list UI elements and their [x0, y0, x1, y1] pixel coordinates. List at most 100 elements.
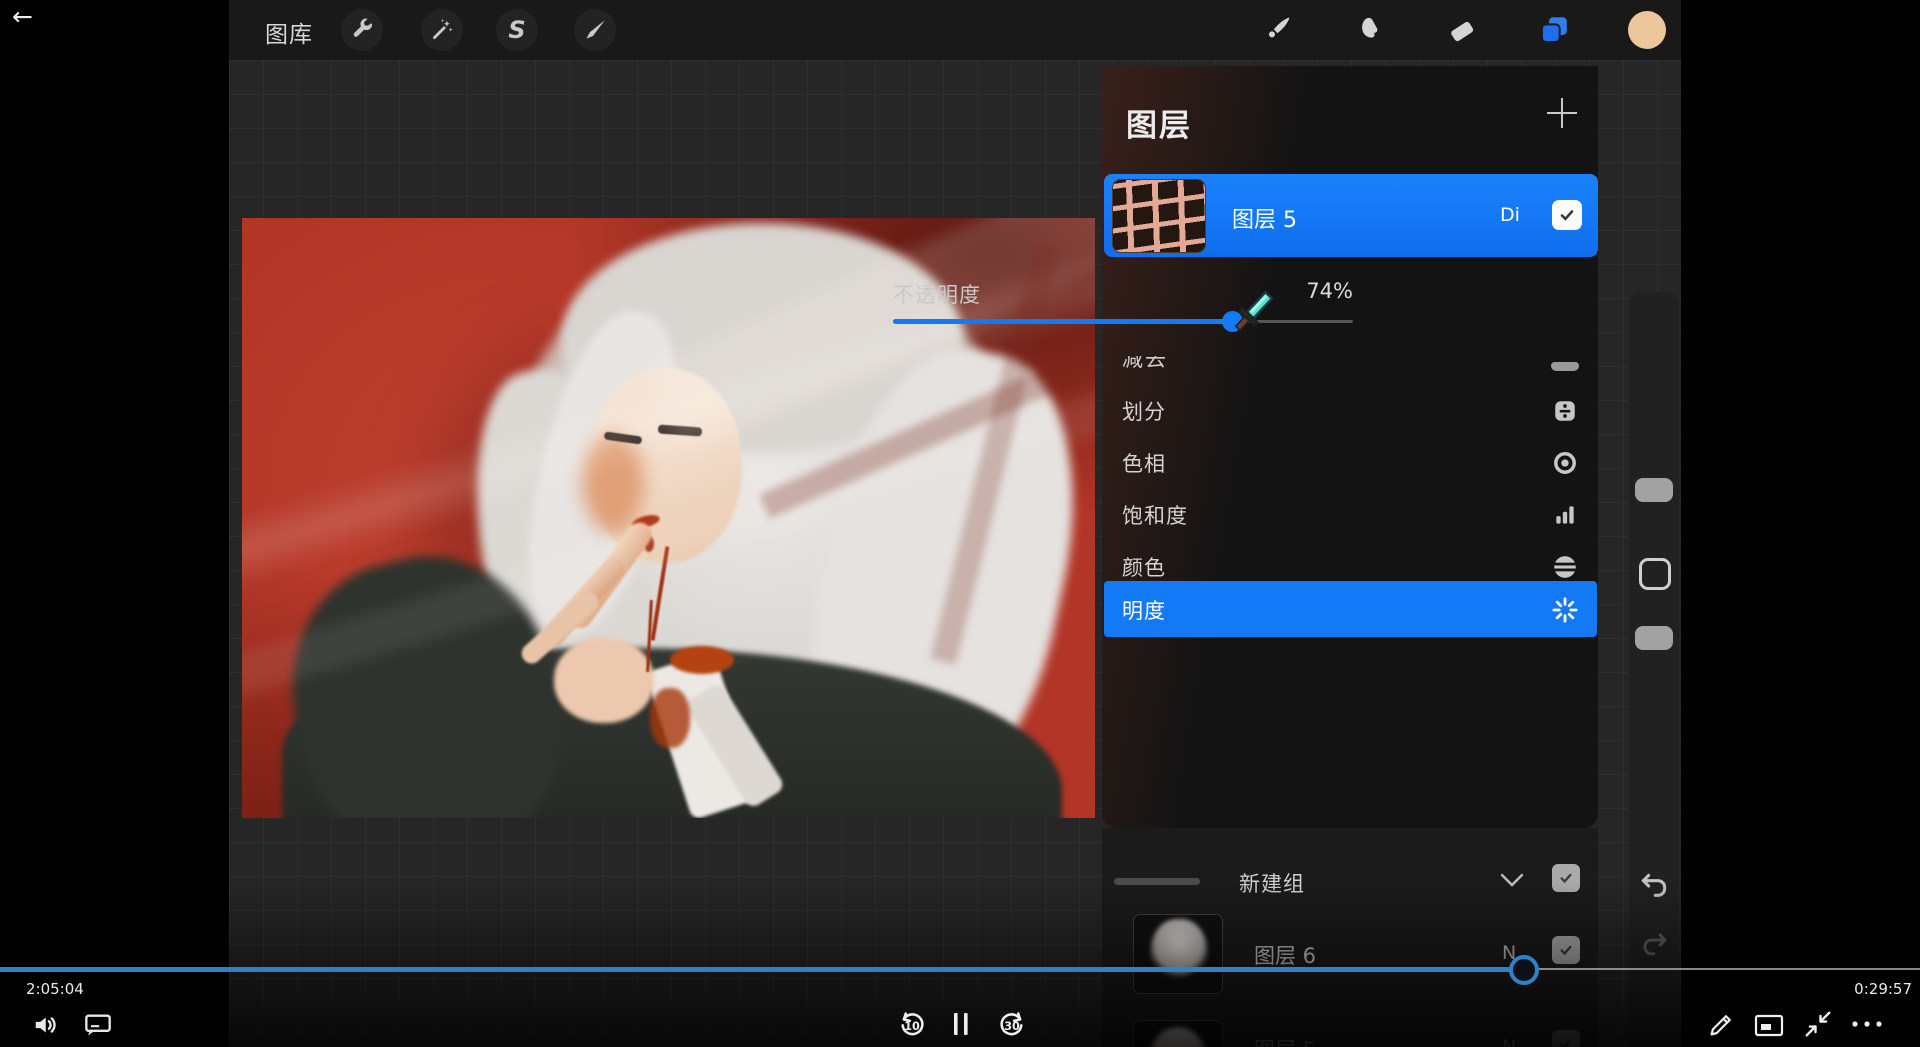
- blend-mode-label: 色相: [1122, 448, 1166, 478]
- subtitles-icon: [84, 1012, 112, 1038]
- more-options-button[interactable]: [1848, 1018, 1886, 1030]
- forward-30-button[interactable]: 30: [996, 1008, 1028, 1040]
- progress-remaining-track[interactable]: [1537, 968, 1920, 970]
- eraser-icon: [1447, 15, 1477, 45]
- back-button[interactable]: ←: [12, 2, 33, 31]
- brush-icon: [1262, 15, 1292, 45]
- magic-wand-icon: [429, 17, 455, 43]
- pip-button[interactable]: [1753, 1013, 1785, 1039]
- brush-size-slider-handle[interactable]: [1635, 478, 1673, 502]
- group-row[interactable]: 新建组: [1104, 856, 1598, 908]
- add-layer-button[interactable]: [1547, 98, 1577, 128]
- transform-button[interactable]: [574, 9, 616, 51]
- blood-hand-2: [650, 688, 690, 748]
- brush-opacity-slider-handle[interactable]: [1635, 626, 1673, 650]
- divide-icon: [1550, 396, 1580, 426]
- blend-mode-label: 划分: [1122, 396, 1166, 426]
- selection-s-icon: S: [508, 18, 525, 42]
- adjustments-wand-button[interactable]: [421, 9, 463, 51]
- check-icon: [1559, 207, 1575, 223]
- blend-mode-abbr[interactable]: N: [1502, 1036, 1516, 1047]
- blend-mode-divide[interactable]: 划分: [1104, 385, 1598, 437]
- volume-icon: [32, 1010, 62, 1040]
- selection-button[interactable]: S: [496, 9, 538, 51]
- blend-mode-hue[interactable]: 色相: [1104, 437, 1598, 489]
- hand: [554, 638, 654, 723]
- layer-row-6[interactable]: 图层 6 N: [1104, 906, 1598, 1002]
- undo-button[interactable]: [1638, 870, 1670, 902]
- gallery-button[interactable]: 图库: [265, 15, 313, 49]
- eraser-button[interactable]: [1440, 8, 1484, 52]
- layer-thumbnail: [1133, 1020, 1223, 1047]
- forward-30-icon: 30: [996, 1008, 1028, 1040]
- check-icon: [1559, 871, 1573, 885]
- thumbnail-hair-art: [1150, 919, 1208, 993]
- opacity-label: 不透明度: [893, 279, 981, 309]
- chevron-down-icon[interactable]: [1499, 872, 1525, 888]
- thumbnail-grid-art: [1112, 179, 1206, 253]
- opacity-slider-fill: [893, 319, 1233, 324]
- subtitles-button[interactable]: [84, 1012, 112, 1038]
- blend-mode-label: 饱和度: [1122, 500, 1188, 530]
- luminosity-icon: [1550, 595, 1580, 625]
- group-name: 新建组: [1239, 868, 1305, 898]
- more-dots-icon: [1848, 1018, 1886, 1030]
- blend-mode-partial-row[interactable]: 减去: [1122, 356, 1562, 371]
- progress-handle[interactable]: [1509, 955, 1539, 985]
- volume-button[interactable]: [32, 1010, 62, 1040]
- transform-arrow-icon: [582, 17, 608, 43]
- layer-visibility-checkbox[interactable]: [1552, 200, 1582, 230]
- screen: 图库 S: [0, 0, 1920, 1047]
- forward-label: 30: [1004, 1020, 1020, 1033]
- rewind-10-button[interactable]: 10: [896, 1008, 928, 1040]
- pip-icon: [1753, 1013, 1785, 1039]
- layer-visibility-checkbox[interactable]: [1552, 1030, 1580, 1047]
- actions-wrench-button[interactable]: [341, 9, 383, 51]
- procreate-toolbar: 图库 S: [229, 0, 1681, 60]
- rewind-label: 10: [904, 1020, 920, 1033]
- check-icon: [1559, 1037, 1573, 1047]
- color-swatch-icon: [1628, 11, 1666, 49]
- layer-name: 图层 5: [1254, 1034, 1316, 1047]
- pause-icon: [948, 1010, 974, 1038]
- brush-sidebar: [1629, 292, 1679, 1047]
- smudge-finger-icon: [1354, 15, 1384, 45]
- elapsed-time: 2:05:04: [26, 980, 84, 998]
- color-swatch-button[interactable]: [1625, 8, 1669, 52]
- exit-fullscreen-button[interactable]: [1803, 1009, 1833, 1039]
- layers-icon: [1537, 13, 1571, 47]
- blend-mode-luminosity[interactable]: 明度: [1104, 584, 1598, 636]
- smudge-button[interactable]: [1347, 8, 1391, 52]
- sword-cursor: [1229, 288, 1275, 340]
- redo-icon: [1640, 930, 1670, 960]
- group-visibility-checkbox[interactable]: [1552, 864, 1580, 892]
- annotate-button[interactable]: [1706, 1010, 1736, 1040]
- undo-icon: [1638, 870, 1670, 902]
- pencil-icon: [1706, 1010, 1736, 1040]
- remaining-time: 0:29:57: [1812, 980, 1912, 998]
- layer-thumbnail: [1112, 179, 1206, 253]
- progress-filled-track[interactable]: [0, 967, 1523, 972]
- layers-panel-title: 图层: [1126, 100, 1192, 145]
- wrench-icon: [349, 17, 375, 43]
- blend-mode-label: 明度: [1122, 595, 1166, 625]
- pause-button[interactable]: [948, 1010, 974, 1038]
- layers-button[interactable]: [1532, 8, 1576, 52]
- layer-name: 图层 6: [1254, 940, 1316, 970]
- layer-row-5b-partial[interactable]: 图层 5 N: [1104, 1012, 1598, 1047]
- layer-visibility-checkbox[interactable]: [1552, 936, 1580, 964]
- hue-icon: [1550, 448, 1580, 478]
- brush-button[interactable]: [1255, 8, 1299, 52]
- layer-name: 图层 5: [1232, 202, 1297, 234]
- blend-mode-abbr[interactable]: Di: [1500, 204, 1520, 226]
- collapse-arrows-icon: [1803, 1009, 1833, 1039]
- blend-mode-label: 颜色: [1122, 552, 1166, 582]
- rewind-10-icon: 10: [896, 1008, 928, 1040]
- layer-row-selected[interactable]: 图层 5 Di: [1104, 174, 1598, 257]
- video-frame: 图库 S: [229, 0, 1681, 1047]
- blend-mode-saturation[interactable]: 饱和度: [1104, 489, 1598, 541]
- blood-hand: [670, 646, 734, 674]
- modify-button[interactable]: [1639, 558, 1671, 590]
- redo-button[interactable]: [1640, 930, 1670, 960]
- group-color-bar: [1114, 878, 1200, 885]
